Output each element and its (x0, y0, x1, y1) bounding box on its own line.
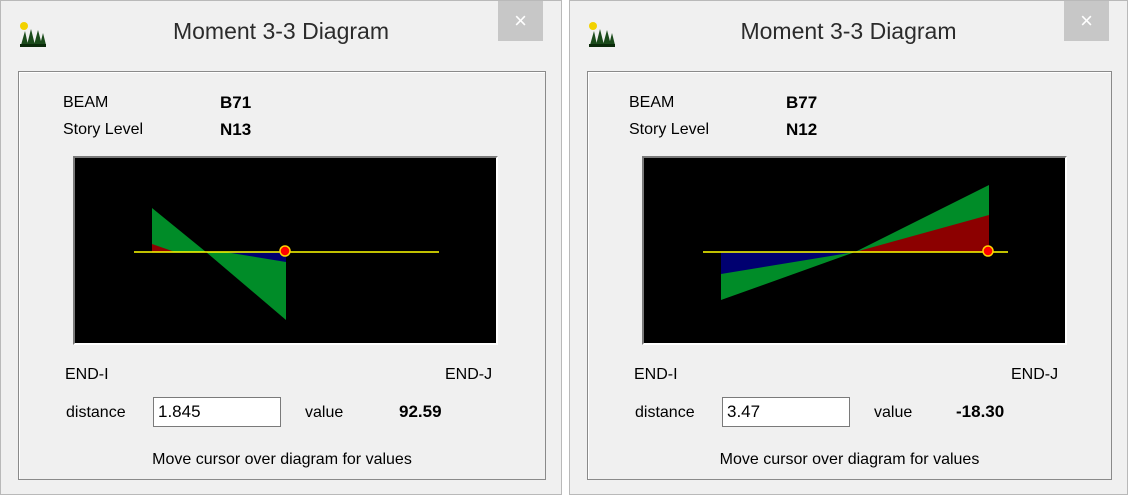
diagram-negative-region (206, 252, 286, 320)
distance-input[interactable]: 3.47 (722, 397, 850, 427)
story-level-value: N12 (786, 120, 818, 139)
end-j-label: END-J (445, 366, 493, 383)
beam-label: BEAM (63, 94, 109, 111)
title-bar[interactable]: Moment 3-3 Diagram × (570, 1, 1127, 65)
value-readout: -18.30 (956, 402, 1005, 421)
title-bar[interactable]: Moment 3-3 Diagram × (1, 1, 561, 65)
end-i-label: END-I (65, 366, 109, 383)
diagram-cursor-marker[interactable] (279, 245, 291, 257)
beam-value: B71 (220, 93, 252, 112)
end-i-label: END-I (634, 366, 678, 383)
moment-diagram-window-right: Moment 3-3 Diagram × BEAM B77 Story Leve… (569, 0, 1128, 495)
diagram-cursor-marker[interactable] (982, 245, 994, 257)
beam-value: B77 (786, 93, 818, 112)
window-title: Moment 3-3 Diagram (172, 18, 390, 44)
close-icon: × (514, 8, 527, 33)
distance-input[interactable]: 1.845 (153, 397, 281, 427)
close-icon: × (1080, 8, 1093, 33)
end-j-label: END-J (1011, 366, 1059, 383)
beam-label: BEAM (629, 94, 675, 111)
cursor-hint-text: Move cursor over diagram for values (719, 451, 980, 468)
value-label: value (305, 404, 344, 421)
story-level-label: Story Level (629, 121, 710, 138)
moment-diagram-canvas[interactable] (73, 156, 498, 345)
diagram-panel: BEAM B77 Story Level N12 END-I END-J dis… (587, 71, 1112, 480)
close-button[interactable]: × (498, 1, 543, 41)
value-label: value (874, 404, 913, 421)
moment-diagram-canvas[interactable] (642, 156, 1067, 345)
window-title: Moment 3-3 Diagram (740, 18, 957, 44)
story-level-value: N13 (220, 120, 252, 139)
diagram-positive-region (152, 208, 206, 252)
cursor-hint-text: Move cursor over diagram for values (152, 451, 412, 468)
close-button[interactable]: × (1064, 1, 1109, 41)
story-level-label: Story Level (63, 121, 144, 138)
diagram-panel: BEAM B71 Story Level N13 END-I END-J dis… (18, 71, 546, 480)
moment-diagram-window-left: Moment 3-3 Diagram × BEAM B71 Story Leve… (0, 0, 562, 495)
value-readout: 92.59 (399, 402, 442, 421)
distance-label: distance (66, 404, 126, 421)
distance-label: distance (635, 404, 695, 421)
